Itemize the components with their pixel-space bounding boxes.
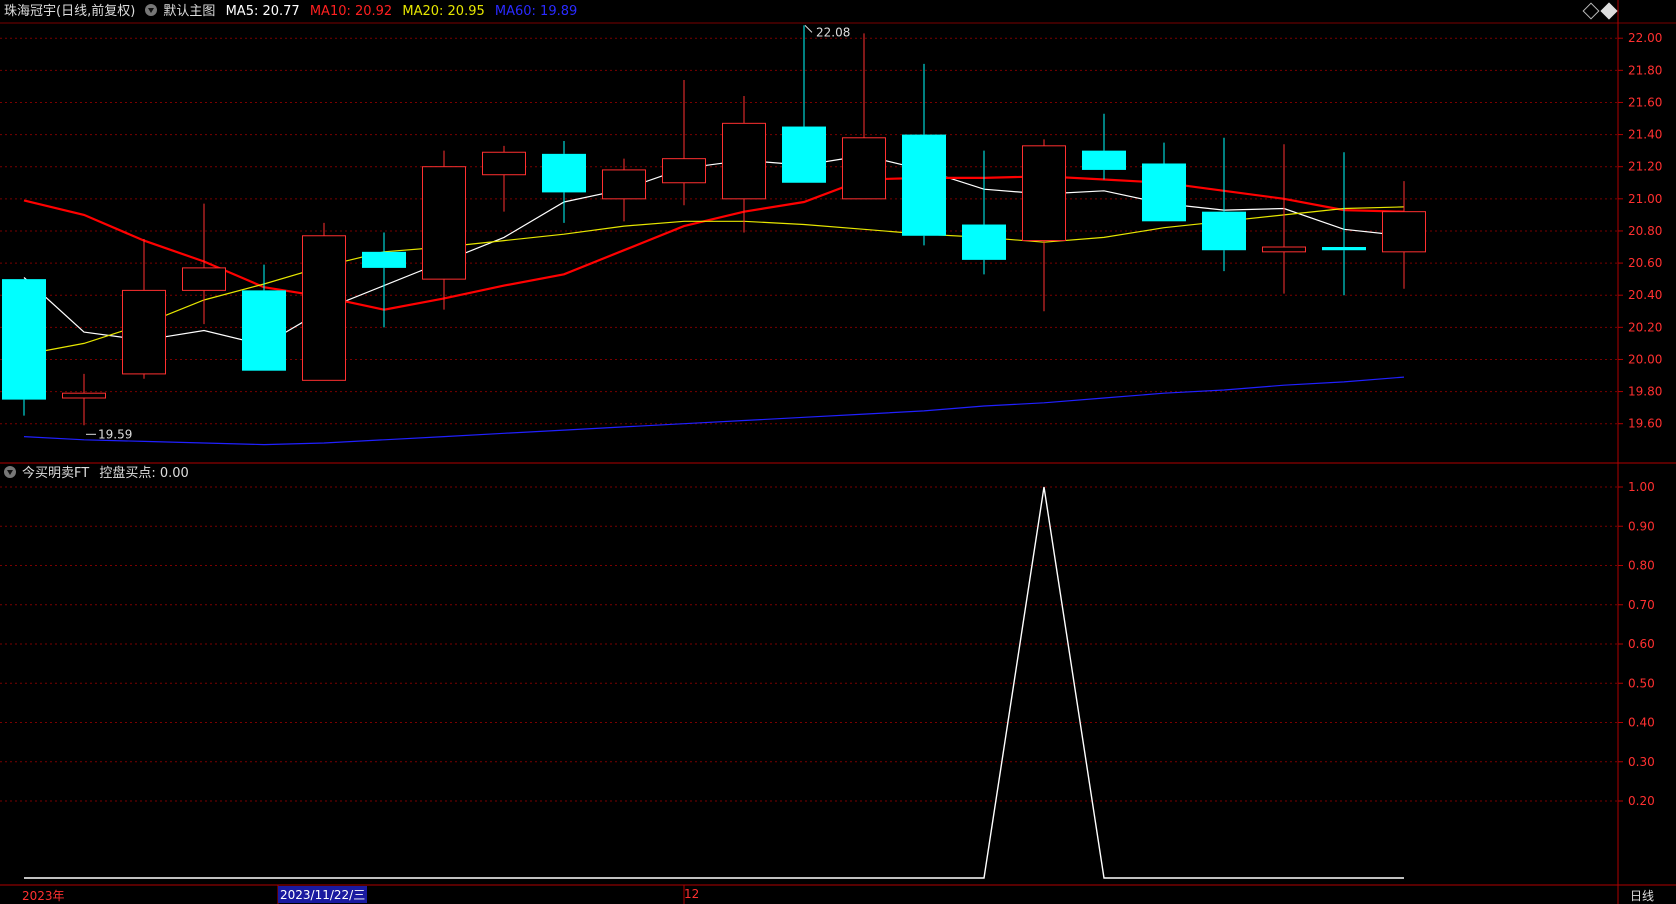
high-label: 22.08 <box>816 25 850 39</box>
indicator-name[interactable]: 今买明卖FT <box>22 466 89 481</box>
kline-chart[interactable]: 22.00 21.80 21.60 21.40 21.20 21.00 20.80 20.60… <box>0 0 1676 904</box>
indicator-tick-label: 1.00 <box>1628 480 1655 494</box>
candle-body <box>2 279 46 400</box>
candle-body <box>62 392 106 399</box>
indicator-tick-label: 0.40 <box>1628 716 1655 730</box>
ma-line-ma5 <box>23 154 1405 346</box>
ma60-label: MA60: 19.89 <box>494 4 578 19</box>
candle-body <box>1262 246 1306 253</box>
cursor-date-label: 2023/11/22/三 <box>278 886 368 903</box>
main-tick-label: 20.80 <box>1628 224 1662 238</box>
main-tick-label: 21.80 <box>1628 63 1662 77</box>
indicator-tick-label: 0.20 <box>1628 794 1655 808</box>
main-tick-label: 20.00 <box>1628 352 1662 366</box>
main-tick-label: 20.20 <box>1628 320 1662 334</box>
candle-body <box>1382 211 1426 253</box>
indicator-tick-label: 0.80 <box>1628 559 1655 573</box>
candle-body <box>542 153 586 193</box>
view-dropdown-icon[interactable] <box>145 4 158 16</box>
indicator-tick-label: 0.30 <box>1628 755 1655 769</box>
period-button[interactable]: 日线 <box>1630 887 1654 904</box>
ma-line-ma10 <box>23 175 1405 311</box>
main-chart-header: 珠海冠宇(日线,前复权) 默认主图 MA5: 20.77 MA10: 20.92… <box>4 1 583 23</box>
ma20-label: MA20: 20.95 <box>402 4 485 19</box>
main-tick-label: 20.40 <box>1628 288 1662 302</box>
candle-body <box>782 126 826 183</box>
indicator-tick-label: 0.70 <box>1628 598 1655 612</box>
candle-body <box>902 134 946 236</box>
main-tick-label: 22.00 <box>1628 31 1662 45</box>
main-tick-label: 21.40 <box>1628 128 1662 142</box>
ma-line-ma20 <box>23 206 1405 356</box>
candle-body <box>182 267 226 291</box>
indicator-tick-label: 0.50 <box>1628 676 1655 690</box>
indicator-tick-label: 0.90 <box>1628 519 1655 533</box>
main-tick-label: 21.20 <box>1628 160 1662 174</box>
indicator-tick-label: 0.60 <box>1628 637 1655 651</box>
candle-body <box>1322 247 1366 251</box>
candle-body <box>242 290 286 371</box>
indicator-dropdown-icon[interactable] <box>4 466 16 478</box>
candle-body <box>302 235 346 381</box>
view-label[interactable]: 默认主图 <box>163 4 215 19</box>
candle-body <box>362 251 406 268</box>
stock-label[interactable]: 珠海冠宇(日线,前复权) <box>4 4 135 19</box>
candle-body <box>722 122 766 200</box>
main-tick-label: 21.00 <box>1628 192 1662 206</box>
main-tick-label: 21.60 <box>1628 95 1662 109</box>
candle-body <box>1202 211 1246 251</box>
low-label: 19.59 <box>98 427 132 441</box>
candle-body <box>962 224 1006 260</box>
main-tick-label: 19.80 <box>1628 385 1662 399</box>
candle-body <box>662 158 706 184</box>
candle-body <box>602 169 646 200</box>
candle-body <box>482 151 526 176</box>
main-tick-label: 20.60 <box>1628 256 1662 270</box>
candle-body <box>122 289 166 375</box>
candle-body <box>1082 150 1126 170</box>
month-label: 12 <box>684 887 700 901</box>
indicator-header: 今买明卖FT 控盘买点: 0.00 <box>4 463 195 485</box>
candle-body <box>422 166 466 280</box>
ma10-label: MA10: 20.92 <box>309 4 393 19</box>
candle-body <box>1022 145 1066 242</box>
year-label: 2023年 <box>22 889 65 903</box>
indicator-value: 控盘买点: 0.00 <box>99 466 189 481</box>
candle-body <box>842 137 886 200</box>
ma5-label: MA5: 20.77 <box>225 4 300 19</box>
high-pointer <box>804 24 813 33</box>
ma-line-ma60 <box>23 376 1405 446</box>
candle-body <box>1142 163 1186 222</box>
main-tick-label: 19.60 <box>1628 417 1662 431</box>
indicator-line <box>24 486 1404 879</box>
